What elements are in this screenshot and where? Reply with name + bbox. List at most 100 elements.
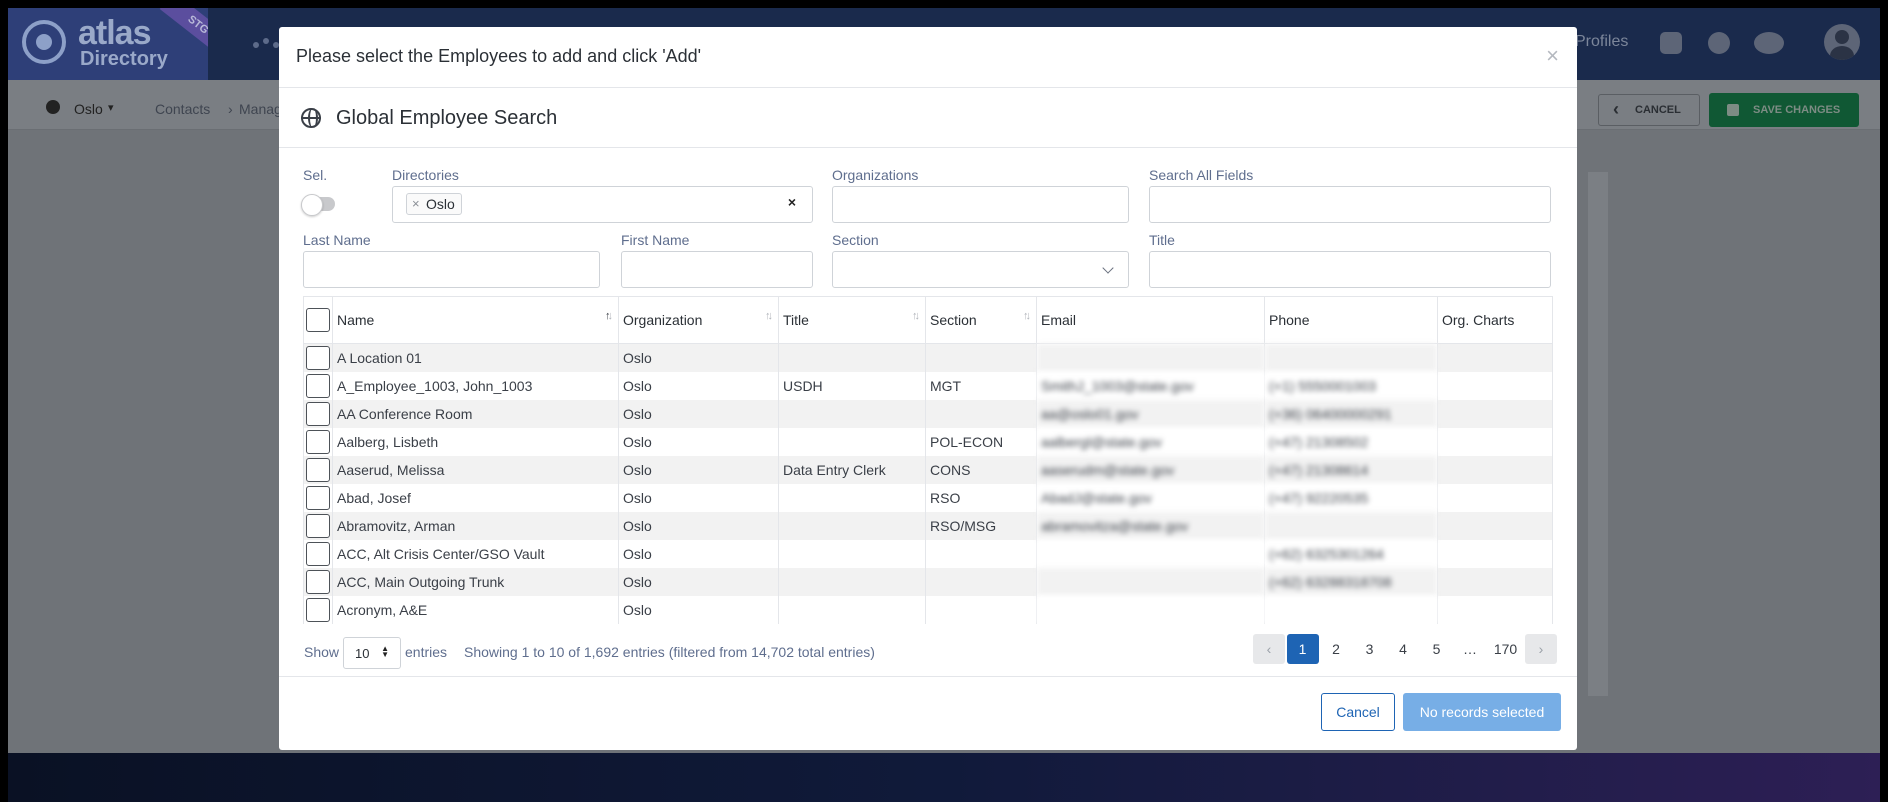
sort-icon: ↑↓	[912, 310, 920, 322]
column-header-title[interactable]: Title ↑↓	[778, 296, 926, 344]
section-title: Global Employee Search	[336, 107, 558, 129]
cell-phone[interactable]	[1264, 343, 1438, 372]
page-button-3[interactable]: 3	[1354, 634, 1386, 664]
phone-icon[interactable]	[1708, 32, 1730, 54]
people-icon[interactable]	[253, 34, 279, 56]
cell-org-charts	[1437, 511, 1553, 540]
row-checkbox[interactable]	[306, 429, 330, 454]
settings-icon[interactable]	[1754, 32, 1784, 54]
cell-phone[interactable]: (+62) 6325301264	[1264, 539, 1438, 568]
table-row[interactable]: Acronym, A&E Oslo	[303, 595, 1553, 624]
show-label: Show	[304, 644, 340, 660]
previous-page-button[interactable]: ‹	[1253, 634, 1285, 664]
row-checkbox[interactable]	[306, 373, 330, 398]
directory-tag-label: Oslo	[426, 196, 455, 212]
clipboard-icon[interactable]	[1660, 32, 1682, 54]
row-checkbox[interactable]	[306, 401, 330, 426]
cell-email[interactable]	[1036, 343, 1265, 372]
location-selector[interactable]: Oslo	[74, 101, 103, 117]
row-checkbox-cell	[303, 399, 333, 428]
cell-section: RSO	[925, 483, 1037, 512]
results-info: Showing 1 to 10 of 1,692 entries (filter…	[464, 644, 875, 660]
table-row[interactable]: ACC, Main Outgoing Trunk Oslo (+62) 632883…	[303, 567, 1553, 596]
directories-select[interactable]: × Oslo ×	[392, 186, 813, 223]
cell-phone[interactable]: (+62) 63288318708	[1264, 567, 1438, 596]
cell-email[interactable]: AbadJ@state.gov	[1036, 483, 1265, 512]
table-row[interactable]: Aaserud, Melissa Oslo Data Entry Clerk CONS…	[303, 455, 1553, 484]
page-button-4[interactable]: 4	[1387, 634, 1419, 664]
sort-icon: ↑↓	[1023, 310, 1031, 322]
page-button-2[interactable]: 2	[1320, 634, 1352, 664]
column-header-organization[interactable]: Organization ↑↓	[618, 296, 779, 344]
breadcrumb-contacts[interactable]: Contacts	[155, 101, 210, 117]
remove-tag-icon[interactable]: ×	[412, 194, 420, 214]
last-name-input[interactable]	[303, 251, 600, 288]
row-checkbox[interactable]	[306, 457, 330, 482]
row-checkbox[interactable]	[306, 569, 330, 594]
search-all-input[interactable]	[1149, 186, 1551, 223]
page-button-1[interactable]: 1	[1286, 634, 1319, 664]
row-checkbox-cell	[303, 371, 333, 400]
table-row[interactable]: Abramovitz, Arman Oslo RSO/MSG abramovitza@…	[303, 511, 1553, 540]
chevron-down-icon[interactable]: ▾	[108, 101, 114, 114]
next-page-button[interactable]: ›	[1525, 634, 1557, 664]
cell-phone[interactable]: (+47) 21308502	[1264, 427, 1438, 456]
select-all-header	[303, 296, 333, 344]
cell-phone[interactable]: (+36) 06400000291	[1264, 399, 1438, 428]
cell-email[interactable]: aa@oslo01.gov	[1036, 399, 1265, 428]
clear-icon[interactable]: ×	[788, 194, 796, 210]
cell-phone[interactable]	[1264, 511, 1438, 540]
title-input[interactable]	[1149, 251, 1551, 288]
select-all-checkbox[interactable]	[306, 308, 330, 332]
column-header-name[interactable]: Name ↑↓	[332, 296, 619, 344]
close-icon[interactable]: ×	[1546, 43, 1559, 69]
cell-phone[interactable]: (+1) 5550001003	[1264, 371, 1438, 400]
cell-phone[interactable]: (+47) 21308614	[1264, 455, 1438, 484]
user-avatar[interactable]	[1824, 24, 1860, 60]
row-checkbox[interactable]	[306, 485, 330, 510]
cancel-button[interactable]: Cancel	[1321, 693, 1395, 731]
content-card	[1588, 172, 1608, 696]
cell-phone[interactable]	[1264, 595, 1438, 624]
cell-email[interactable]: SmithJ_1003@state.gov	[1036, 371, 1265, 400]
table-row[interactable]: AA Conference Room Oslo aa@oslo01.gov (+36)…	[303, 399, 1553, 428]
cell-name: Aaserud, Melissa	[332, 455, 619, 484]
page-button-5[interactable]: 5	[1421, 634, 1453, 664]
page-cancel-button[interactable]: CANCEL	[1598, 94, 1700, 126]
column-header-section[interactable]: Section ↑↓	[925, 296, 1037, 344]
cell-organization: Oslo	[618, 343, 779, 372]
cell-phone[interactable]: (+47) 92220535	[1264, 483, 1438, 512]
select-toggle[interactable]	[301, 194, 335, 216]
row-checkbox[interactable]	[306, 513, 330, 538]
row-checkbox[interactable]	[306, 597, 330, 622]
organizations-label: Organizations	[832, 167, 919, 183]
save-changes-button[interactable]: SAVE CHANGES	[1709, 93, 1859, 127]
table-row[interactable]: Aalberg, Lisbeth Oslo POL-ECON aalbergl@sta…	[303, 427, 1553, 456]
row-checkbox[interactable]	[306, 541, 330, 566]
table-row[interactable]: A Location 01 Oslo	[303, 343, 1553, 372]
first-name-input[interactable]	[621, 251, 813, 288]
cell-email[interactable]: aalbergl@state.gov	[1036, 427, 1265, 456]
cell-email[interactable]	[1036, 539, 1265, 568]
page-size-select[interactable]: 10 ▲ ▼	[343, 637, 401, 669]
page-button-170[interactable]: 170	[1488, 634, 1524, 664]
row-checkbox-cell	[303, 567, 333, 596]
table-header-row: Name ↑↓ Organization ↑↓ Title ↑↓ Section ↑↓ …	[303, 296, 1553, 344]
profiles-link[interactable]: Profiles	[1575, 33, 1628, 51]
table-row[interactable]: Abad, Josef Oslo RSO AbadJ@state.gov (+47) 9…	[303, 483, 1553, 512]
cell-title	[778, 427, 926, 456]
organizations-input[interactable]	[832, 186, 1129, 223]
entries-label: entries	[405, 644, 448, 660]
cell-email[interactable]: abramovitza@state.gov	[1036, 511, 1265, 540]
add-button[interactable]: No records selected	[1403, 693, 1561, 731]
table-row[interactable]: A_Employee_1003, John_1003 Oslo USDH MGT Smi…	[303, 371, 1553, 400]
atlas-logo[interactable]: atlas Directory STG	[8, 8, 208, 80]
cell-email[interactable]: aaserudm@state.gov	[1036, 455, 1265, 484]
breadcrumb-manage[interactable]: Manag	[239, 101, 282, 117]
row-checkbox[interactable]	[306, 345, 330, 370]
cell-email[interactable]	[1036, 567, 1265, 596]
table-row[interactable]: ACC, Alt Crisis Center/GSO Vault Oslo (+62…	[303, 539, 1553, 568]
chevron-down-icon	[1102, 262, 1114, 274]
section-select[interactable]	[832, 251, 1129, 288]
cell-email[interactable]	[1036, 595, 1265, 624]
